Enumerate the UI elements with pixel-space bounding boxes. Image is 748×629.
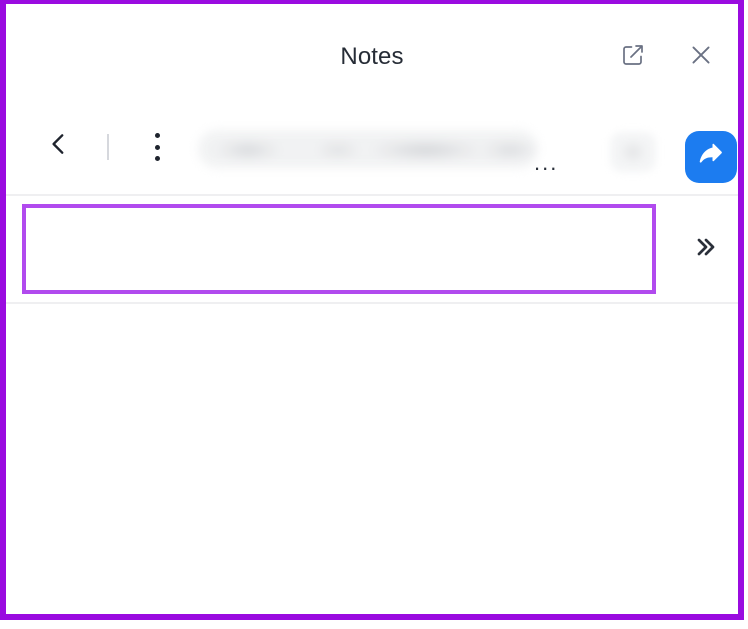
annotation-frame-right bbox=[738, 0, 744, 620]
notes-panel: Notes ... bbox=[6, 4, 738, 614]
navbar-divider bbox=[107, 134, 109, 160]
highlight-annotation-box bbox=[22, 204, 656, 294]
close-button[interactable] bbox=[686, 42, 716, 72]
kebab-dot bbox=[154, 144, 160, 150]
chevron-left-icon bbox=[46, 131, 72, 162]
avatar-redacted[interactable] bbox=[610, 132, 656, 172]
share-arrow-icon bbox=[696, 140, 726, 175]
chevrons-right-icon bbox=[693, 235, 717, 264]
kebab-dot bbox=[154, 133, 160, 138]
close-icon bbox=[688, 42, 714, 73]
open-in-new-icon bbox=[621, 43, 645, 72]
note-editor[interactable]: Start Fresh Jot your thoughts bbox=[6, 304, 738, 614]
title-truncation-ellipsis: ... bbox=[534, 150, 559, 175]
open-in-new-button[interactable] bbox=[618, 42, 648, 72]
document-title-redacted[interactable] bbox=[198, 130, 538, 168]
header-actions bbox=[618, 42, 716, 72]
annotated-screenshot: Notes ... bbox=[0, 0, 748, 629]
annotation-frame-bottom bbox=[0, 614, 744, 620]
toolbar-overflow-button[interactable] bbox=[688, 234, 722, 264]
panel-header: Notes bbox=[6, 4, 738, 101]
back-button[interactable] bbox=[42, 129, 76, 163]
kebab-dot bbox=[154, 156, 160, 161]
share-button[interactable] bbox=[685, 131, 737, 183]
more-options-button[interactable] bbox=[147, 131, 167, 163]
format-toolbar-region: Lato 16 AA bbox=[6, 196, 738, 304]
